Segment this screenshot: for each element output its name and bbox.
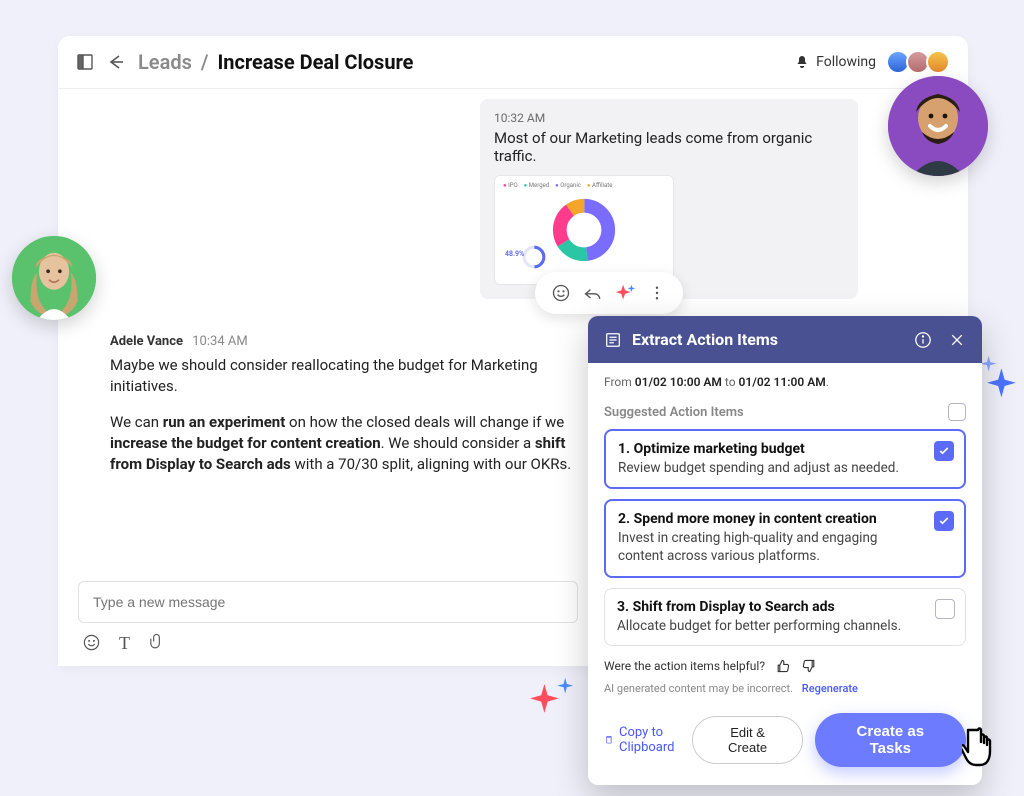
attachment-icon[interactable] — [148, 633, 165, 654]
close-icon[interactable] — [948, 331, 966, 349]
donut-chart — [552, 198, 616, 262]
sparkle-icon — [979, 354, 1019, 402]
sender-name: Adele Vance — [110, 334, 183, 349]
emoji-icon[interactable] — [82, 633, 101, 654]
header: Leads / Increase Deal Closure Following — [58, 36, 968, 89]
chart-card[interactable]: IPO Merged Organic Affiliate — [494, 175, 674, 285]
sparkle-icon — [530, 676, 578, 716]
regenerate-link[interactable]: Regenerate — [802, 682, 858, 695]
avatar — [926, 50, 950, 74]
item-checkbox[interactable] — [934, 511, 954, 531]
action-item-list: 1. Optimize marketing budget Review budg… — [588, 429, 982, 646]
item-checkbox[interactable] — [934, 441, 954, 461]
page-title: Increase Deal Closure — [217, 50, 413, 74]
following-button[interactable]: Following — [794, 54, 876, 70]
header-left: Leads / Increase Deal Closure — [76, 50, 413, 74]
text: on how the closed deals will change if w… — [285, 413, 564, 431]
message-header: Adele Vance 10:34 AM — [110, 334, 574, 349]
list-icon — [604, 331, 622, 349]
mini-donut: 48.9% — [521, 244, 547, 270]
chart-legend: IPO Merged Organic Affiliate — [503, 182, 612, 189]
message-text: Most of our Marketing leads come from or… — [494, 129, 844, 165]
text: Maybe we should consider reallocating th… — [110, 356, 538, 395]
text-format-icon[interactable]: T — [119, 633, 130, 654]
message-bubble[interactable]: Adele Vance 10:34 AM Maybe we should con… — [110, 334, 574, 489]
action-item[interactable]: 2. Spend more money in content creation … — [604, 499, 966, 577]
text: to — [722, 375, 739, 389]
back-arrow-icon[interactable] — [106, 52, 126, 72]
message-text: Maybe we should consider reallocating th… — [110, 355, 574, 475]
panel-title: Extract Action Items — [632, 330, 778, 349]
message-reaction-toolbar — [535, 272, 683, 314]
text: We can — [110, 413, 163, 431]
subheading-label: Suggested Action Items — [604, 405, 744, 420]
message-time: 10:32 AM — [494, 111, 844, 125]
percent-label: 48.9% — [505, 250, 524, 258]
panel-collapse-icon[interactable] — [76, 53, 94, 71]
extract-action-items-panel: Extract Action Items From 01/02 10:00 AM… — [588, 316, 982, 785]
breadcrumb-separator: / — [201, 50, 209, 74]
participant-avatars[interactable] — [890, 50, 950, 74]
more-vertical-icon[interactable] — [646, 282, 668, 304]
panel-footer: Copy to Clipboard Edit & Create Create a… — [588, 695, 982, 785]
select-all-checkbox[interactable] — [948, 403, 966, 421]
text: with a 70/30 split, aligning with our OK… — [291, 455, 571, 473]
text: increase the budget for content creation — [110, 434, 381, 452]
item-title: Spend more money in content creation — [634, 511, 877, 527]
info-icon[interactable] — [914, 331, 932, 349]
feedback-row: Were the action items helpful? — [588, 646, 982, 674]
thumbs-down-icon[interactable] — [801, 658, 817, 674]
item-number: 3. — [617, 599, 629, 615]
text: . — [826, 375, 829, 389]
create-as-tasks-button[interactable]: Create as Tasks — [815, 713, 966, 767]
panel-date-range: From 01/02 10:00 AM to 01/02 11:00 AM. — [588, 363, 982, 389]
item-desc: Allocate budget for better performing ch… — [617, 617, 925, 635]
sparkle-icon[interactable] — [614, 282, 636, 304]
text: From — [604, 375, 635, 389]
action-item[interactable]: 1. Optimize marketing budget Review budg… — [604, 429, 966, 489]
user-avatar-large — [12, 236, 96, 320]
breadcrumb-parent[interactable]: Leads — [138, 50, 192, 74]
item-number: 2. — [618, 511, 630, 527]
feedback-question: Were the action items helpful? — [604, 659, 765, 673]
text: . We should consider a — [381, 434, 535, 452]
text: 01/02 11:00 AM — [739, 375, 826, 389]
action-item[interactable]: 3. Shift from Display to Search ads Allo… — [604, 588, 966, 646]
item-desc: Review budget spending and adjust as nee… — [618, 459, 924, 477]
message-time: 10:34 AM — [192, 334, 247, 349]
item-title: Shift from Display to Search ads — [633, 599, 835, 615]
copy-to-clipboard-button[interactable]: Copy to Clipboard — [604, 725, 680, 755]
legend-item: Affiliate — [587, 182, 613, 189]
disclaimer: AI generated content may be incorrect. R… — [588, 674, 982, 695]
legend-item: Merged — [524, 182, 549, 189]
item-checkbox[interactable] — [935, 599, 955, 619]
cursor-pointer-icon — [962, 724, 1006, 772]
legend-item: IPO — [503, 182, 518, 189]
message-composer: T — [78, 581, 578, 654]
header-right: Following — [794, 50, 950, 74]
composer-toolbar: T — [78, 633, 578, 654]
text: 01/02 10:00 AM — [635, 375, 722, 389]
emoji-icon[interactable] — [550, 282, 572, 304]
legend-item: Organic — [555, 182, 581, 189]
panel-subheading: Suggested Action Items — [588, 389, 982, 429]
edit-create-button[interactable]: Edit & Create — [692, 716, 802, 764]
disclaimer-text: AI generated content may be incorrect. — [604, 682, 793, 695]
text: run an experiment — [163, 413, 286, 431]
reply-icon[interactable] — [582, 282, 604, 304]
breadcrumb: Leads / Increase Deal Closure — [138, 50, 413, 74]
thumbs-up-icon[interactable] — [775, 658, 791, 674]
item-desc: Invest in creating high-quality and enga… — [618, 529, 924, 565]
panel-header: Extract Action Items — [588, 316, 982, 363]
message-input[interactable] — [78, 581, 578, 623]
user-avatar-large — [888, 76, 988, 176]
item-number: 1. — [618, 441, 630, 457]
following-label: Following — [816, 54, 876, 70]
message-bubble[interactable]: 10:32 AM Most of our Marketing leads com… — [480, 99, 858, 299]
item-title: Optimize marketing budget — [634, 441, 805, 457]
copy-label: Copy to Clipboard — [619, 725, 681, 755]
